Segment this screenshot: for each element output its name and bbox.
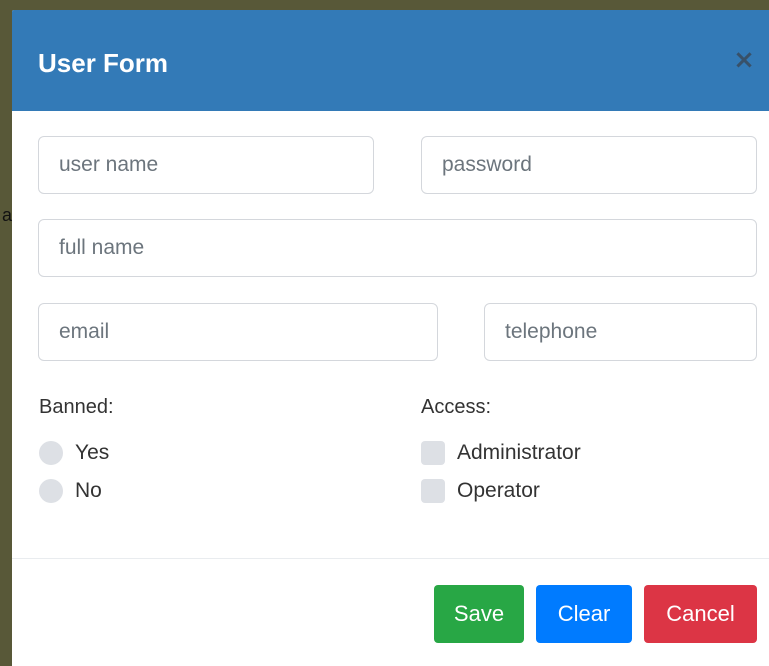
banned-label: Banned: — [39, 396, 114, 418]
access-label: Access: — [421, 396, 492, 418]
password-input[interactable] — [421, 136, 757, 194]
username-input[interactable] — [38, 136, 374, 194]
checkbox-administrator[interactable] — [421, 441, 445, 465]
clear-button[interactable]: Clear — [536, 585, 632, 643]
banned-option-yes[interactable]: Yes — [39, 441, 109, 465]
user-form-dialog: User Form × Banned: Access: Yes No Admin… — [12, 10, 769, 666]
footer-divider — [12, 558, 769, 559]
telephone-input[interactable] — [484, 303, 757, 361]
dialog-title: User Form — [38, 48, 169, 78]
dialog-header: User Form × — [12, 10, 769, 111]
close-icon[interactable]: × — [730, 46, 758, 74]
cancel-button[interactable]: Cancel — [644, 585, 757, 643]
banned-option-no[interactable]: No — [39, 479, 102, 503]
access-option-administrator[interactable]: Administrator — [421, 441, 581, 465]
radio-yes[interactable] — [39, 441, 63, 465]
backdrop-text-fragment: a — [2, 205, 13, 225]
access-option-label: Operator — [457, 479, 540, 502]
checkbox-operator[interactable] — [421, 479, 445, 503]
banned-option-label: No — [75, 479, 102, 502]
fullname-input[interactable] — [38, 219, 757, 277]
email-input[interactable] — [38, 303, 438, 361]
access-option-operator[interactable]: Operator — [421, 479, 540, 503]
access-option-label: Administrator — [457, 441, 581, 464]
radio-no[interactable] — [39, 479, 63, 503]
save-button[interactable]: Save — [434, 585, 524, 643]
banned-option-label: Yes — [75, 441, 110, 464]
